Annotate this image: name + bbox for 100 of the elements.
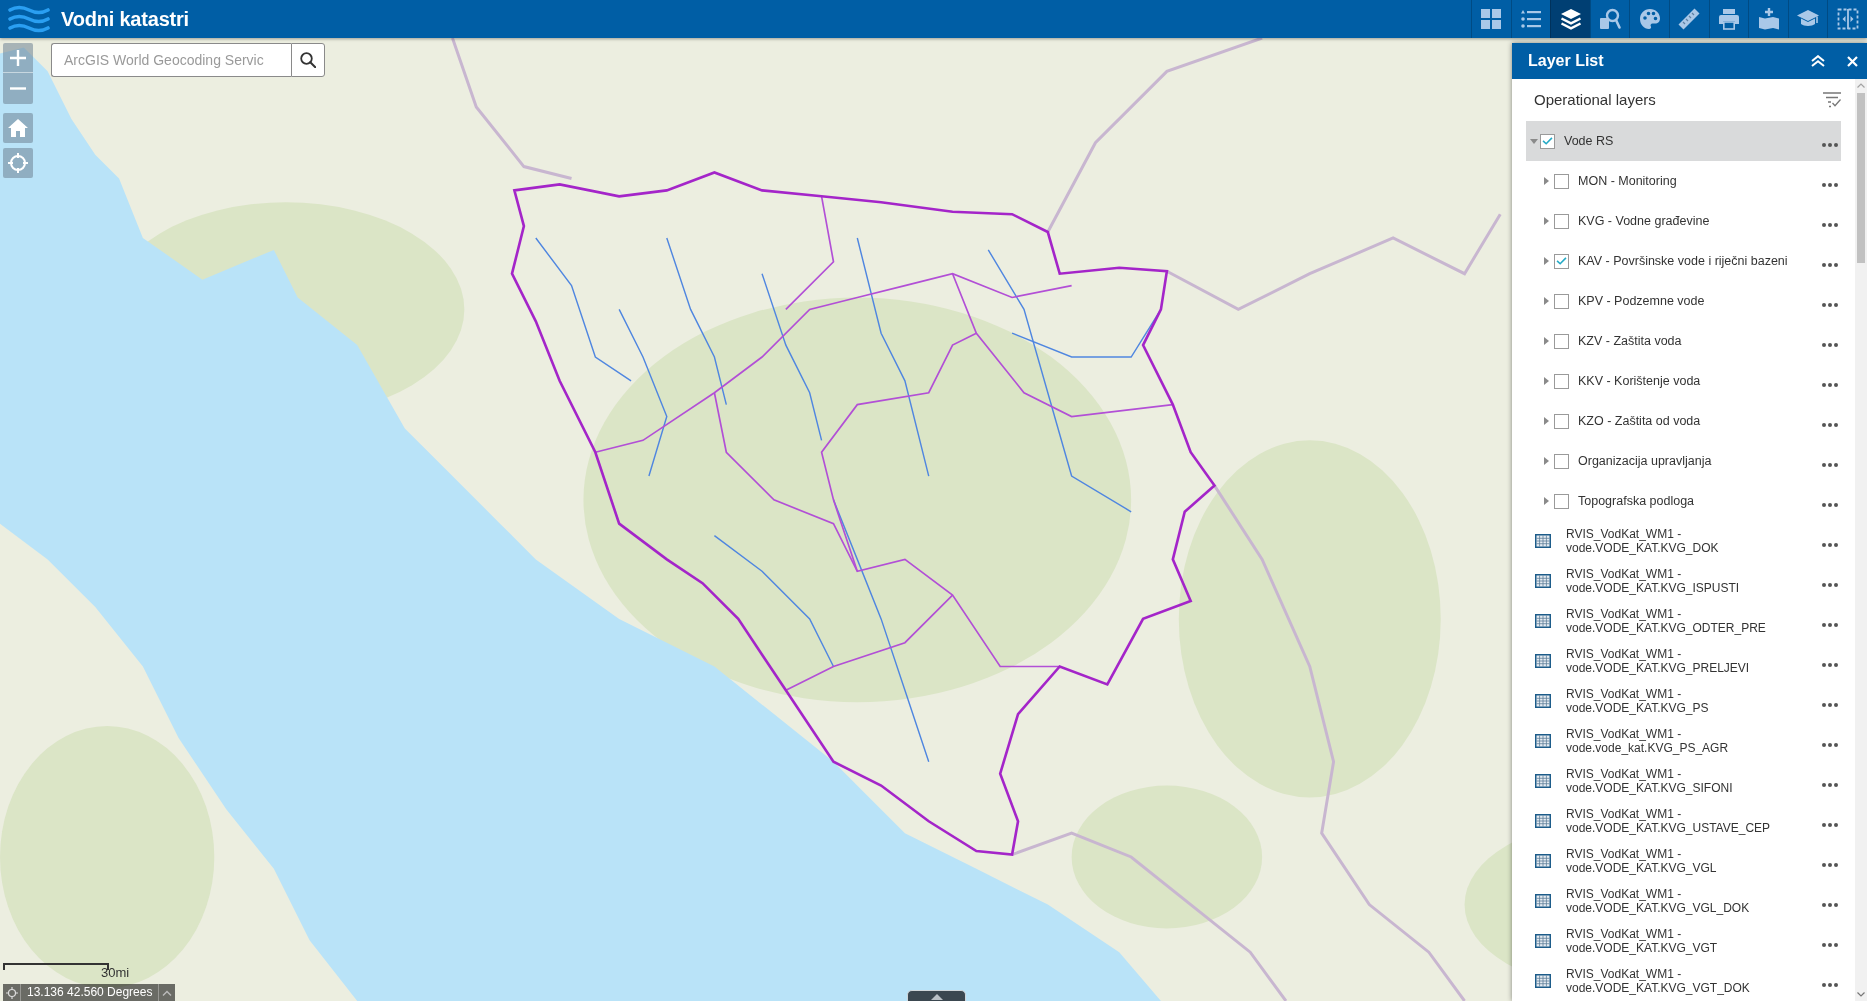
checkmark-icon [1556,257,1567,265]
layer-row[interactable]: RVIS_VodKat_WM1 - vode.vode_kat.KVG_PS_AGR [1526,721,1841,761]
more-options-icon[interactable] [1822,983,1838,987]
scrollbar[interactable] [1855,79,1867,1001]
checkbox[interactable] [1540,133,1555,149]
chevron-up-icon[interactable] [162,989,173,996]
more-options-icon[interactable] [1822,343,1838,347]
more-options-icon[interactable] [1822,823,1838,827]
layer-row[interactable]: RVIS_VodKat_WM1 - vode.VODE_KAT.KVG_VGL [1526,841,1841,881]
search-field[interactable]: ArcGIS World Geocoding Servic [51,43,291,77]
plus-icon [10,49,26,66]
checkmark-icon [1542,137,1553,145]
more-options-icon[interactable] [1822,543,1838,547]
grid-icon [1479,7,1504,31]
checkbox[interactable] [1554,173,1569,189]
filter-list-icon[interactable] [1823,92,1841,108]
more-options-icon[interactable] [1822,183,1838,187]
checkbox[interactable] [1554,413,1569,429]
layer-name: RVIS_VodKat_WM1 - vode.vode_kat.KVG_PS_AGR [1566,727,1730,755]
checkbox[interactable] [1554,213,1569,229]
close-icon[interactable] [1847,55,1858,67]
layer-name: RVIS_VodKat_WM1 - vode.VODE_KAT.KVG_VGL_DOK [1566,887,1751,915]
more-options-icon[interactable] [1822,223,1838,227]
more-options-icon[interactable] [1822,263,1838,267]
checkbox[interactable] [1554,333,1569,349]
layer-row[interactable]: Organizacija upravljanja [1526,441,1841,481]
layer-row[interactable]: KAV - Površinske vode i riječni bazeni [1526,241,1841,281]
layer-row[interactable]: RVIS_VodKat_WM1 - vode.VODE_KAT.KVG_ODTER_PRE [1526,601,1841,641]
caret-right-icon[interactable] [1544,417,1549,425]
layer-name: KZO - Zaštita od voda [1578,412,1701,430]
caret-right-icon[interactable] [1544,257,1549,265]
layer-name: RVIS_VodKat_WM1 - vode.VODE_KAT.KVG_ISPUSTI [1566,567,1741,595]
double-chevron-up-icon[interactable] [1811,55,1825,67]
layer-name: RVIS_VodKat_WM1 - vode.VODE_KAT.KVG_PRELJEVI [1566,647,1751,675]
layer-row[interactable]: KZV - Zaštita voda [1526,321,1841,361]
chevron-down-icon[interactable] [1857,992,1865,997]
table-icon [1535,934,1551,948]
checkbox[interactable] [1554,373,1569,389]
caret-right-icon[interactable] [1544,377,1549,385]
layer-row[interactable]: KPV - Podzemne vode [1526,281,1841,321]
caret-right-icon[interactable] [1544,217,1549,225]
layer-row[interactable]: Vode RS [1526,121,1841,161]
layer-row[interactable]: RVIS_VodKat_WM1 - vode.VODE_KAT.KVG_VGT [1526,921,1841,961]
more-options-icon[interactable] [1822,143,1838,147]
layer-row[interactable]: KVG - Vodne građevine [1526,201,1841,241]
section-title: Operational layers [1534,89,1656,110]
search-button[interactable] [291,43,325,77]
layer-name: KPV - Podzemne vode [1578,292,1705,310]
layer-row[interactable]: KKV - Korištenje voda [1526,361,1841,401]
more-options-icon[interactable] [1822,383,1838,387]
panel-title: Layer List [1528,51,1604,71]
layer-row[interactable]: RVIS_VodKat_WM1 - vode.VODE_KAT.KVG_PRELJEVI [1526,641,1841,681]
layer-row[interactable]: MON - Monitoring [1526,161,1841,201]
more-options-icon[interactable] [1822,423,1838,427]
layer-row[interactable]: RVIS_VodKat_WM1 - vode.VODE_KAT.KVG_VGL_DOK [1526,881,1841,921]
minus-icon [10,87,26,90]
table-icon [1535,734,1551,748]
layer-name: Vode RS [1564,132,1614,150]
more-options-icon[interactable] [1822,743,1838,747]
layer-row[interactable]: KZO - Zaštita od voda [1526,401,1841,441]
caret-right-icon[interactable] [1544,497,1549,505]
more-options-icon[interactable] [1822,863,1838,867]
layer-row[interactable]: RVIS_VodKat_WM1 - vode.VODE_KAT.KVG_VGT_DOK [1526,961,1841,1001]
more-options-icon[interactable] [1822,303,1838,307]
more-options-icon[interactable] [1822,623,1838,627]
expand-button[interactable] [907,990,966,1001]
crosshair-icon[interactable] [5,986,18,999]
more-options-icon[interactable] [1822,463,1838,467]
layer-row[interactable]: RVIS_VodKat_WM1 - vode.VODE_KAT.KVG_PS [1526,681,1841,721]
layer-name: RVIS_VodKat_WM1 - vode.VODE_KAT.KVG_VGT [1566,927,1719,955]
caret-right-icon[interactable] [1544,457,1549,465]
layer-row[interactable]: RVIS_VodKat_WM1 - vode.VODE_KAT.KVG_DOK [1526,521,1841,561]
scrollbar-thumb[interactable] [1857,93,1865,263]
more-options-icon[interactable] [1822,503,1838,507]
caret-right-icon[interactable] [1544,337,1549,345]
layer-row[interactable]: RVIS_VodKat_WM1 - vode.VODE_KAT.KVG_USTAVE_CEP [1526,801,1841,841]
checkbox[interactable] [1554,453,1569,469]
caret-right-icon[interactable] [1544,177,1549,185]
layer-name: KZV - Zaštita voda [1578,332,1682,350]
table-icon [1535,694,1551,708]
more-options-icon[interactable] [1822,663,1838,667]
more-options-icon[interactable] [1822,703,1838,707]
scale-label: 30mi [101,966,130,980]
more-options-icon[interactable] [1822,903,1838,907]
layer-row[interactable]: RVIS_VodKat_WM1 - vode.VODE_KAT.KVG_ISPUSTI [1526,561,1841,601]
layer-row[interactable]: RVIS_VodKat_WM1 - vode.VODE_KAT.KVG_SIFONI [1526,761,1841,801]
layer-row[interactable]: Topografska podloga [1526,481,1841,521]
split-panel-icon [1835,7,1860,31]
more-options-icon[interactable] [1822,783,1838,787]
more-options-icon[interactable] [1822,583,1838,587]
checkbox[interactable] [1554,293,1569,309]
more-options-icon[interactable] [1822,943,1838,947]
home-icon [8,119,28,137]
caret-right-icon[interactable] [1544,297,1549,305]
table-icon [1535,574,1551,588]
layer-name: KKV - Korištenje voda [1578,372,1701,390]
map-plus-icon [1756,7,1781,31]
checkbox[interactable] [1554,493,1569,509]
checkbox[interactable] [1554,253,1569,269]
toolbar-button[interactable] [1550,0,1590,38]
